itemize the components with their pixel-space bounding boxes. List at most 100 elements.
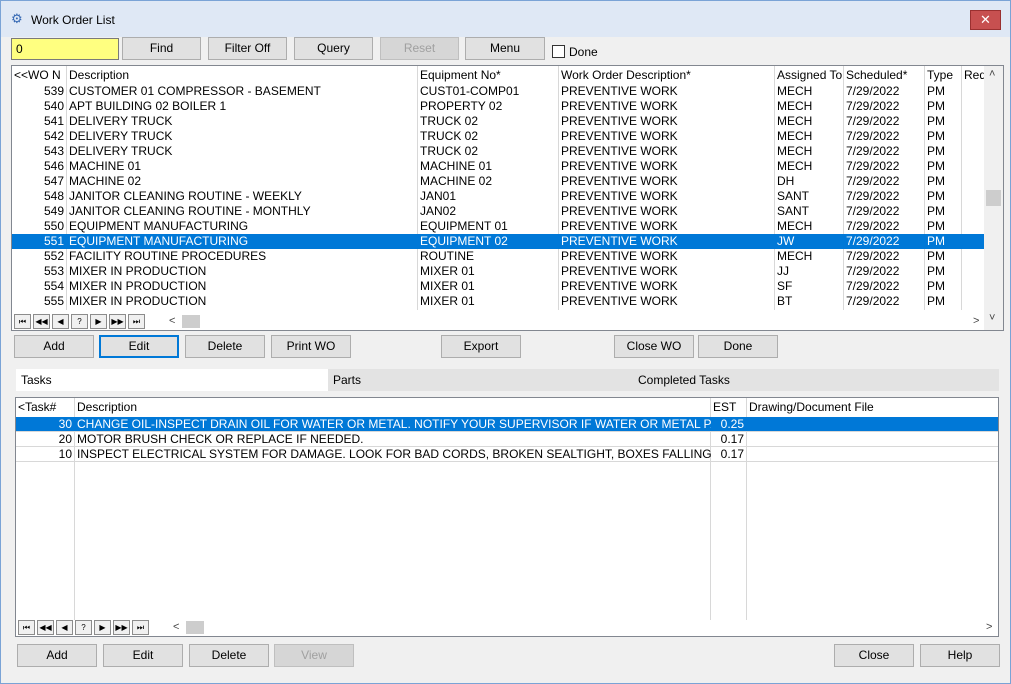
window-close-button[interactable]: ✕: [970, 10, 1001, 30]
scroll-down-icon[interactable]: ˅: [989, 312, 995, 324]
table-row[interactable]: 542 DELIVERY TRUCK TRUCK 02 PREVENTIVE WORK…: [12, 129, 984, 144]
table-row[interactable]: 548 JANITOR CLEANING ROUTINE - WEEKLY JAN0…: [12, 189, 984, 204]
table-row[interactable]: 553 MIXER IN PRODUCTION MIXER 01 PREVENTIVE…: [12, 264, 984, 279]
delete-wo-button[interactable]: Delete: [185, 335, 265, 358]
delete-task-button[interactable]: Delete: [189, 644, 269, 667]
first-record-icon[interactable]: ⏮: [18, 620, 35, 635]
table-row[interactable]: 539 CUSTOMER 01 COMPRESSOR - BASEMENT CUST…: [12, 84, 984, 99]
previous-record-icon[interactable]: ◀: [52, 314, 69, 329]
table-row[interactable]: 550 EQUIPMENT MANUFACTURING EQUIPMENT 01 PR…: [12, 219, 984, 234]
scroll-left-icon[interactable]: <: [173, 621, 179, 633]
next-record-icon[interactable]: ▶: [90, 314, 107, 329]
column-header-wo-description[interactable]: Work Order Description*: [559, 66, 775, 84]
cell-assigned-to: SANT: [777, 189, 810, 203]
view-task-button[interactable]: View: [274, 644, 354, 667]
table-row[interactable]: 546 MACHINE 01 MACHINE 01 PREVENTIVE WORK ME…: [12, 159, 984, 174]
column-header-assigned-to[interactable]: Assigned To: [775, 66, 844, 84]
search-input[interactable]: 0: [11, 38, 119, 60]
column-header-wo-number[interactable]: <<WO N: [12, 66, 67, 84]
cell-description: INSPECT ELECTRICAL SYSTEM FOR DAMAGE. LO…: [77, 447, 711, 461]
table-row[interactable]: 554 MIXER IN PRODUCTION MIXER 01 PREVENTIVE…: [12, 279, 984, 294]
scroll-right-icon[interactable]: >: [986, 621, 992, 633]
help-button[interactable]: Help: [920, 644, 1000, 667]
tab-parts[interactable]: Parts: [328, 369, 633, 391]
column-header-task-number[interactable]: <Task#: [16, 398, 75, 416]
help-icon[interactable]: ?: [75, 620, 92, 635]
cell-type: PM: [927, 279, 945, 293]
print-wo-button[interactable]: Print WO: [271, 335, 351, 358]
cell-equipment-no: JAN01: [420, 189, 457, 203]
column-header-scheduled[interactable]: Scheduled*: [844, 66, 925, 84]
cell-scheduled: 7/29/2022: [846, 204, 900, 218]
reset-button[interactable]: Reset: [380, 37, 459, 60]
cell-assigned-to: SANT: [777, 204, 810, 218]
menu-button[interactable]: Menu: [465, 37, 545, 60]
previous-page-icon[interactable]: ◀◀: [33, 314, 50, 329]
next-page-icon[interactable]: ▶▶: [113, 620, 130, 635]
query-button[interactable]: Query: [294, 37, 373, 60]
cell-equipment-no: MIXER 01: [420, 264, 475, 278]
task-row[interactable]: 20 MOTOR BRUSH CHECK OR REPLACE IF NEEDED…: [16, 432, 998, 447]
next-record-icon[interactable]: ▶: [94, 620, 111, 635]
horizontal-scroll-thumb[interactable]: [182, 315, 200, 328]
scroll-up-icon[interactable]: ˄: [989, 68, 995, 80]
column-header-description[interactable]: Description: [67, 66, 418, 84]
cell-wo-description: PREVENTIVE WORK: [561, 144, 678, 158]
cell-wo-number: 541: [43, 114, 64, 128]
cell-wo-description: PREVENTIVE WORK: [561, 174, 678, 188]
help-icon[interactable]: ?: [71, 314, 88, 329]
column-header-type[interactable]: Type: [925, 66, 962, 84]
export-button[interactable]: Export: [441, 335, 521, 358]
done-checkbox[interactable]: [552, 45, 565, 58]
cell-wo-description: PREVENTIVE WORK: [561, 234, 678, 248]
filter-off-button[interactable]: Filter Off: [208, 37, 287, 60]
gear-icon: ⚙: [11, 11, 23, 26]
done-button[interactable]: Done: [698, 335, 778, 358]
window-title: Work Order List: [31, 13, 115, 27]
column-header-est[interactable]: EST: [711, 398, 747, 416]
last-record-icon[interactable]: ⏭: [132, 620, 149, 635]
table-row[interactable]: 543 DELIVERY TRUCK TRUCK 02 PREVENTIVE WORK…: [12, 144, 984, 159]
cell-assigned-to: MECH: [777, 219, 813, 233]
cell-wo-number: 542: [43, 129, 64, 143]
table-row[interactable]: 551 EQUIPMENT MANUFACTURING EQUIPMENT 02 PR…: [12, 234, 984, 249]
tab-completed-tasks[interactable]: Completed Tasks: [633, 369, 999, 391]
vertical-scrollbar[interactable]: ˄ ˅: [984, 66, 1003, 330]
cell-type: PM: [927, 99, 945, 113]
previous-page-icon[interactable]: ◀◀: [37, 620, 54, 635]
next-page-icon[interactable]: ▶▶: [109, 314, 126, 329]
cell-scheduled: 7/29/2022: [846, 84, 900, 98]
column-header-description[interactable]: Description: [75, 398, 711, 416]
table-row[interactable]: 540 APT BUILDING 02 BOILER 1 PROPERTY 02 PR…: [12, 99, 984, 114]
scroll-right-icon[interactable]: >: [973, 315, 979, 327]
table-row[interactable]: 555 MIXER IN PRODUCTION MIXER 01 PREVENTIVE…: [12, 294, 984, 309]
edit-task-button[interactable]: Edit: [103, 644, 183, 667]
close-button[interactable]: Close: [834, 644, 914, 667]
vertical-scroll-thumb[interactable]: [986, 190, 1001, 206]
column-header-drawing-file[interactable]: Drawing/Document File: [747, 398, 998, 416]
cell-type: PM: [927, 294, 945, 308]
tab-tasks[interactable]: Tasks: [16, 369, 328, 391]
table-row[interactable]: 552 FACILITY ROUTINE PROCEDURES ROUTINE PRE…: [12, 249, 984, 264]
table-row[interactable]: 549 JANITOR CLEANING ROUTINE - MONTHLY JAN…: [12, 204, 984, 219]
table-row[interactable]: 541 DELIVERY TRUCK TRUCK 02 PREVENTIVE WORK…: [12, 114, 984, 129]
find-button[interactable]: Find: [122, 37, 201, 60]
cell-wo-description: PREVENTIVE WORK: [561, 129, 678, 143]
cell-est: 0.17: [720, 447, 744, 461]
last-record-icon[interactable]: ⏭: [128, 314, 145, 329]
scroll-left-icon[interactable]: <: [169, 315, 175, 327]
cell-scheduled: 7/29/2022: [846, 189, 900, 203]
first-record-icon[interactable]: ⏮: [14, 314, 31, 329]
previous-record-icon[interactable]: ◀: [56, 620, 73, 635]
close-wo-button[interactable]: Close WO: [614, 335, 694, 358]
add-task-button[interactable]: Add: [17, 644, 97, 667]
work-order-window: ⚙ Work Order List ✕ 0 Find Filter Off Qu…: [0, 0, 1011, 684]
edit-wo-button[interactable]: Edit: [99, 335, 179, 358]
table-row[interactable]: 547 MACHINE 02 MACHINE 02 PREVENTIVE WORK DH…: [12, 174, 984, 189]
task-row[interactable]: 30 CHANGE OIL-INSPECT DRAIN OIL FOR WATER…: [16, 417, 998, 432]
column-header-equipment-no[interactable]: Equipment No*: [418, 66, 559, 84]
close-icon[interactable]: ✕: [980, 12, 991, 27]
add-wo-button[interactable]: Add: [14, 335, 94, 358]
horizontal-scroll-thumb[interactable]: [186, 621, 204, 634]
task-row[interactable]: 10 INSPECT ELECTRICAL SYSTEM FOR DAMAGE. …: [16, 447, 998, 462]
